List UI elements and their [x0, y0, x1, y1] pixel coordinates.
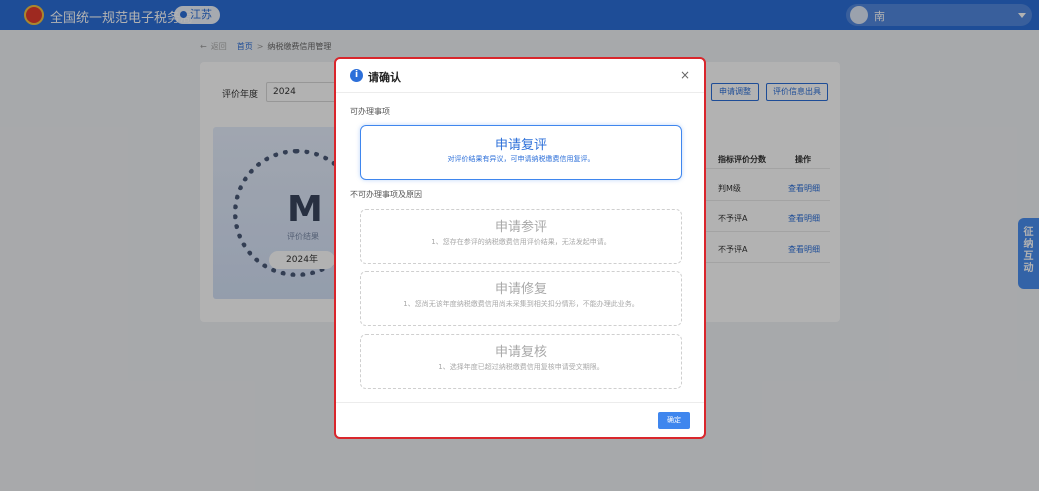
unavailable-section-label: 不可办理事项及原因 — [350, 190, 422, 199]
confirm-dialog: i 请确认 × 可办理事项 申请复评 对评价结果有异议，可申请纳税缴费信用复评。… — [334, 57, 706, 439]
dialog-footer: 确定 — [336, 402, 704, 437]
apply-review-option: 申请复核 1、选择年度已超过纳税缴费信用复核申请受文期限。 — [360, 334, 682, 389]
apply-participation-option: 申请参评 1、您存在参评的纳税缴费信用评价结果，无法发起申请。 — [360, 209, 682, 264]
option-title: 申请复核 — [494, 345, 547, 360]
info-icon: i — [350, 69, 363, 82]
option-reason: 1、您存在参评的纳税缴费信用评价结果，无法发起申请。 — [431, 238, 611, 246]
option-title: 申请复评 — [494, 138, 547, 153]
confirm-button[interactable]: 确定 — [658, 412, 690, 429]
option-reason: 1、您尚无该年度纳税缴费信用尚未采集到相关扣分情形，不能办理此业务。 — [403, 300, 639, 308]
close-icon[interactable]: × — [680, 68, 690, 82]
apply-repair-option: 申请修复 1、您尚无该年度纳税缴费信用尚未采集到相关扣分情形，不能办理此业务。 — [360, 271, 682, 326]
dialog-header: i 请确认 × — [336, 59, 704, 93]
option-title: 申请修复 — [494, 282, 547, 297]
option-title: 申请参评 — [494, 220, 547, 235]
available-section-label: 可办理事项 — [350, 107, 390, 116]
option-reason: 1、选择年度已超过纳税缴费信用复核申请受文期限。 — [438, 363, 604, 371]
dialog-title: 请确认 — [368, 71, 401, 84]
option-description: 对评价结果有异议，可申请纳税缴费信用复评。 — [447, 155, 595, 163]
apply-reevaluation-option[interactable]: 申请复评 对评价结果有异议，可申请纳税缴费信用复评。 — [360, 125, 682, 180]
